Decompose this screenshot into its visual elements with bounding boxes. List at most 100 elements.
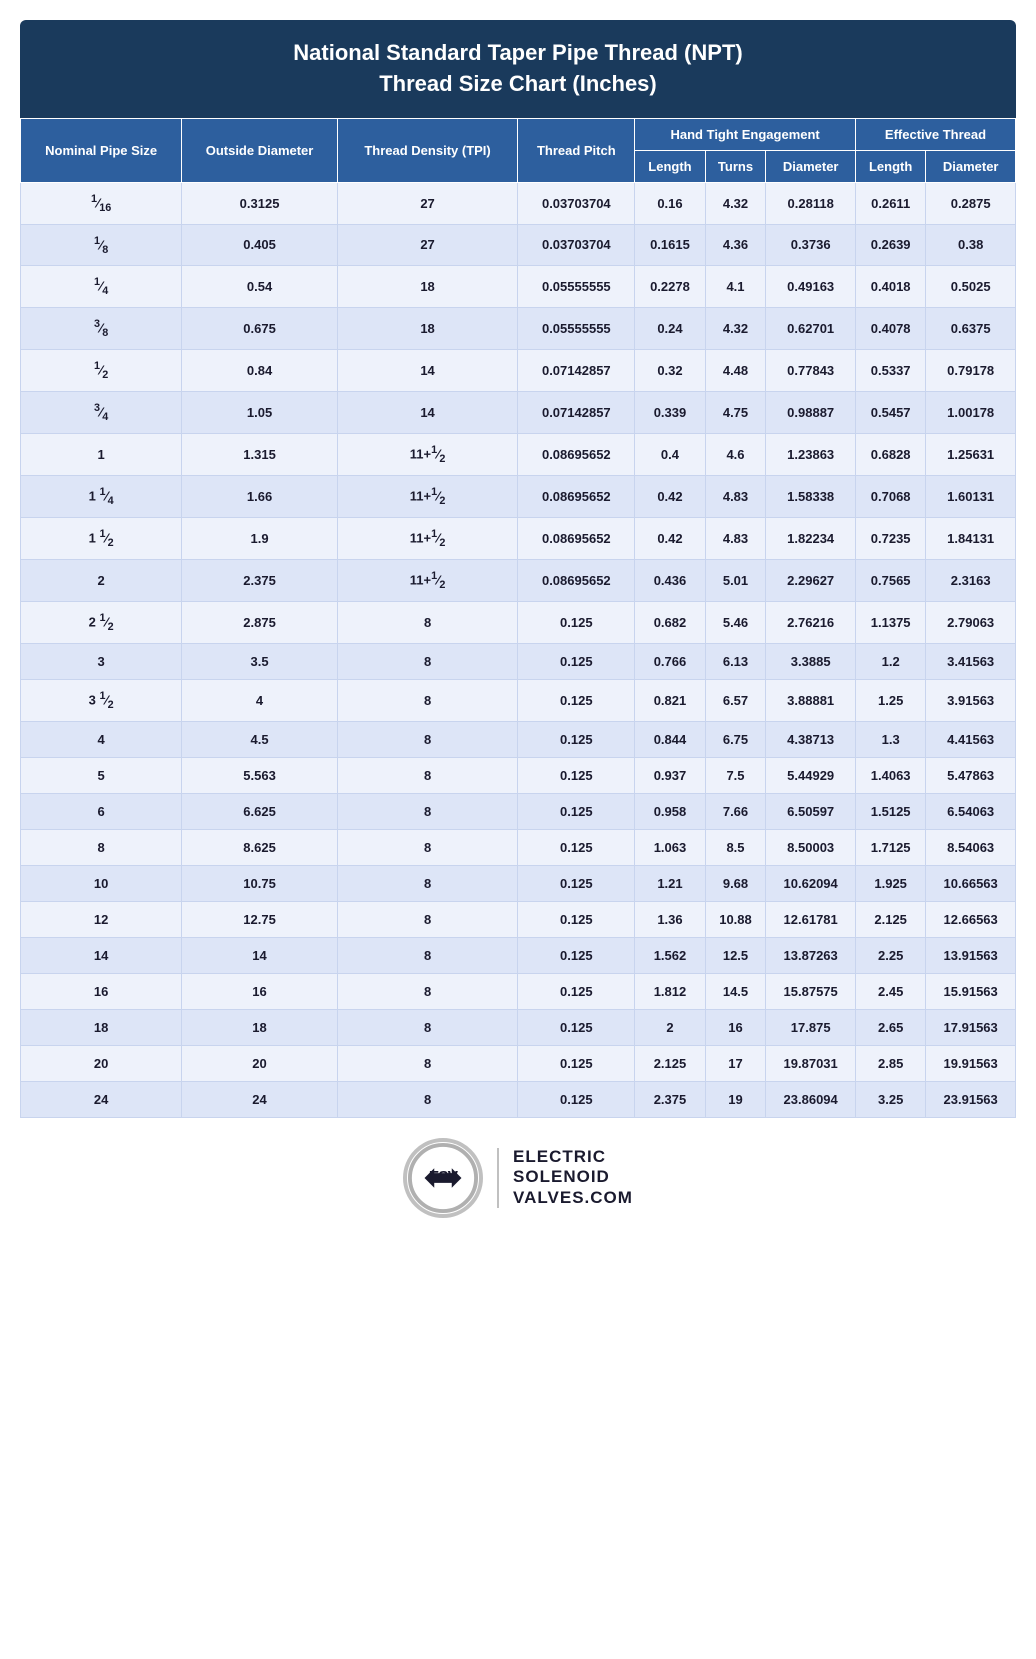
table-row: 1⁄40.54180.055555550.22784.10.491630.401… bbox=[21, 266, 1016, 308]
table-cell: 0.125 bbox=[518, 793, 635, 829]
col-header-et-diameter: Diameter bbox=[926, 150, 1016, 182]
esv-logo: ESV ELECTRIC SOLENOID VALVES.COM bbox=[403, 1138, 633, 1218]
table-cell: 8 bbox=[337, 1045, 518, 1081]
table-cell: 1.36 bbox=[635, 901, 705, 937]
table-cell: 3.88881 bbox=[766, 679, 856, 721]
table-cell: 0.4078 bbox=[855, 308, 925, 350]
table-cell: 14 bbox=[337, 392, 518, 434]
table-cell: 8.54063 bbox=[926, 829, 1016, 865]
table-row: 3 1⁄2480.1250.8216.573.888811.253.91563 bbox=[21, 679, 1016, 721]
table-cell: 2.375 bbox=[635, 1081, 705, 1117]
table-cell: 8 bbox=[337, 721, 518, 757]
table-cell: 0.937 bbox=[635, 757, 705, 793]
table-cell: 1.1375 bbox=[855, 601, 925, 643]
table-cell: 2.25 bbox=[855, 937, 925, 973]
col-header-ht-turns: Turns bbox=[705, 150, 766, 182]
table-cell: 9.68 bbox=[705, 865, 766, 901]
table-cell: 8 bbox=[337, 757, 518, 793]
table-cell: 11+1⁄2 bbox=[337, 434, 518, 476]
table-cell: 0.125 bbox=[518, 937, 635, 973]
table-cell: 1.00178 bbox=[926, 392, 1016, 434]
table-cell: 1.3 bbox=[855, 721, 925, 757]
table-cell: 0.54 bbox=[182, 266, 338, 308]
table-cell: 27 bbox=[337, 224, 518, 266]
table-cell: 1.4063 bbox=[855, 757, 925, 793]
table-cell: 8 bbox=[337, 1081, 518, 1117]
table-cell: 2.125 bbox=[635, 1045, 705, 1081]
table-cell: 1⁄2 bbox=[21, 350, 182, 392]
table-cell: 1 1⁄2 bbox=[21, 517, 182, 559]
table-row: 242480.1252.3751923.860943.2523.91563 bbox=[21, 1081, 1016, 1117]
table-cell: 0.4018 bbox=[855, 266, 925, 308]
table-cell: 6.13 bbox=[705, 643, 766, 679]
table-cell: 17.91563 bbox=[926, 1009, 1016, 1045]
table-cell: 10 bbox=[21, 865, 182, 901]
table-cell: 14 bbox=[21, 937, 182, 973]
table-cell: 0.03703704 bbox=[518, 224, 635, 266]
footer-logo: ESV ELECTRIC SOLENOID VALVES.COM bbox=[20, 1118, 1016, 1228]
table-cell: 4.75 bbox=[705, 392, 766, 434]
table-cell: 0.3125 bbox=[182, 182, 338, 224]
table-cell: 0.42 bbox=[635, 517, 705, 559]
table-cell: 0.6828 bbox=[855, 434, 925, 476]
table-cell: 8 bbox=[337, 601, 518, 643]
table-cell: 0.1615 bbox=[635, 224, 705, 266]
table-cell: 2.45 bbox=[855, 973, 925, 1009]
table-cell: 0.28118 bbox=[766, 182, 856, 224]
table-cell: 2.875 bbox=[182, 601, 338, 643]
esv-circle-logo: ESV bbox=[403, 1138, 483, 1218]
table-cell: 3 1⁄2 bbox=[21, 679, 182, 721]
table-cell: 1.2 bbox=[855, 643, 925, 679]
table-cell: 1⁄8 bbox=[21, 224, 182, 266]
table-cell: 8 bbox=[337, 679, 518, 721]
col-header-ht-diameter: Diameter bbox=[766, 150, 856, 182]
table-cell: 0.5025 bbox=[926, 266, 1016, 308]
table-cell: 0.339 bbox=[635, 392, 705, 434]
table-cell: 3 bbox=[21, 643, 182, 679]
col-header-nominal: Nominal Pipe Size bbox=[21, 118, 182, 182]
table-cell: 0.2611 bbox=[855, 182, 925, 224]
table-cell: 2.375 bbox=[182, 559, 338, 601]
table-cell: 11+1⁄2 bbox=[337, 476, 518, 518]
table-cell: 0.125 bbox=[518, 757, 635, 793]
table-cell: 0.16 bbox=[635, 182, 705, 224]
table-cell: 0.5457 bbox=[855, 392, 925, 434]
table-row: 55.56380.1250.9377.55.449291.40635.47863 bbox=[21, 757, 1016, 793]
table-cell: 12.5 bbox=[705, 937, 766, 973]
table-cell: 11+1⁄2 bbox=[337, 559, 518, 601]
table-cell: 18 bbox=[182, 1009, 338, 1045]
table-cell: 8.5 bbox=[705, 829, 766, 865]
table-cell: 3.25 bbox=[855, 1081, 925, 1117]
table-cell: 2.76216 bbox=[766, 601, 856, 643]
table-cell: 18 bbox=[337, 266, 518, 308]
table-cell: 14 bbox=[337, 350, 518, 392]
table-cell: 0.79178 bbox=[926, 350, 1016, 392]
table-cell: 6 bbox=[21, 793, 182, 829]
table-row: 181880.12521617.8752.6517.91563 bbox=[21, 1009, 1016, 1045]
table-cell: 1.82234 bbox=[766, 517, 856, 559]
table-cell: 0.77843 bbox=[766, 350, 856, 392]
table-cell: 18 bbox=[21, 1009, 182, 1045]
table-body: 1⁄160.3125270.037037040.164.320.281180.2… bbox=[21, 182, 1016, 1117]
svg-text:ESV: ESV bbox=[429, 1169, 459, 1186]
table-cell: 0.62701 bbox=[766, 308, 856, 350]
col-header-effective: Effective Thread bbox=[855, 118, 1015, 150]
table-cell: 0.821 bbox=[635, 679, 705, 721]
table-cell: 1.9 bbox=[182, 517, 338, 559]
table-cell: 2.125 bbox=[855, 901, 925, 937]
npt-table: Nominal Pipe Size Outside Diameter Threa… bbox=[20, 118, 1016, 1118]
table-cell: 0.125 bbox=[518, 973, 635, 1009]
table-row: 202080.1252.1251719.870312.8519.91563 bbox=[21, 1045, 1016, 1081]
brand-line2: SOLENOID bbox=[513, 1167, 633, 1187]
table-cell: 4.32 bbox=[705, 182, 766, 224]
table-row: 66.62580.1250.9587.666.505971.51256.5406… bbox=[21, 793, 1016, 829]
table-cell: 2 bbox=[635, 1009, 705, 1045]
table-cell: 0.07142857 bbox=[518, 350, 635, 392]
table-cell: 6.625 bbox=[182, 793, 338, 829]
table-cell: 1.925 bbox=[855, 865, 925, 901]
col-header-ht-length: Length bbox=[635, 150, 705, 182]
table-cell: 1.58338 bbox=[766, 476, 856, 518]
table-row: 88.62580.1251.0638.58.500031.71258.54063 bbox=[21, 829, 1016, 865]
table-cell: 24 bbox=[21, 1081, 182, 1117]
table-cell: 2 bbox=[21, 559, 182, 601]
